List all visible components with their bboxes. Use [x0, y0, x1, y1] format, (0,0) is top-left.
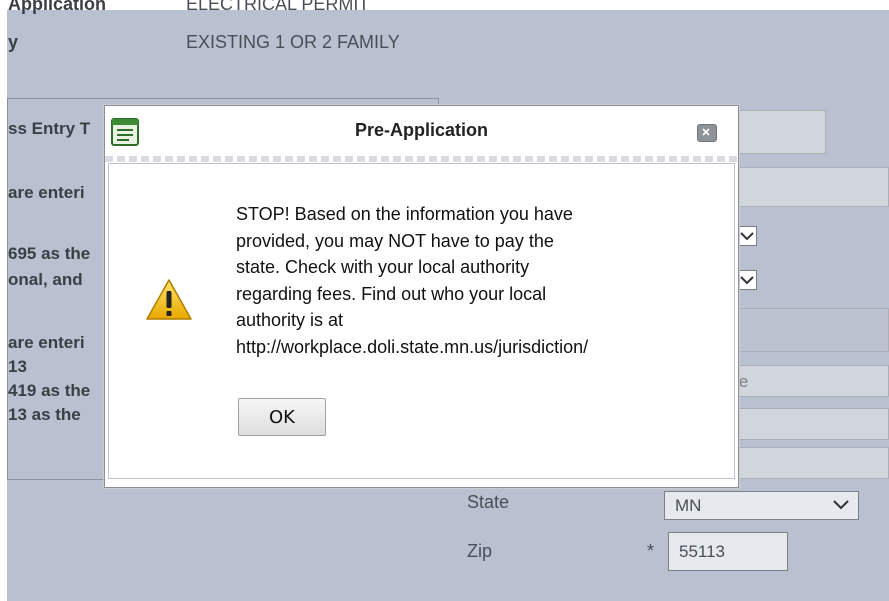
ok-button[interactable]: OK — [238, 398, 326, 436]
row1-value: ELECTRICAL PERMIT — [186, 0, 370, 14]
message-line: provided, you may NOT have to pay the — [236, 230, 554, 251]
message-line: authority is at — [236, 310, 344, 330]
left-line: are enteri — [8, 333, 85, 352]
row2-value: EXISTING 1 OR 2 FAMILY — [186, 32, 400, 52]
close-icon[interactable] — [697, 124, 717, 142]
left-line: are enteri — [8, 183, 85, 202]
left-line: onal, and — [8, 270, 83, 289]
state-select[interactable]: MN — [664, 491, 859, 520]
zip-field[interactable]: 55113 — [668, 532, 788, 571]
message-line: http://workplace.doli.state.mn.us/jurisd… — [236, 336, 589, 357]
row2-label: y — [8, 32, 19, 52]
dialog-title: Pre-Application — [354, 120, 488, 140]
chevron-down-icon[interactable] — [737, 226, 757, 246]
chevron-down-icon[interactable] — [737, 270, 757, 290]
warning-icon — [146, 279, 192, 320]
state-label: State — [467, 492, 510, 512]
titlebar-divider — [105, 156, 738, 162]
required-marker: * — [647, 541, 655, 561]
message-line: STOP! Based on the information you have — [236, 204, 573, 224]
message-line: regarding fees. Find out who your local — [236, 283, 547, 304]
left-line: 419 as the — [8, 381, 91, 400]
left-line: 695 as the — [8, 244, 91, 263]
dialog-titlebar: Pre-Application — [105, 106, 738, 158]
zip-label: Zip — [467, 541, 493, 561]
pre-application-dialog: Pre-Application STOP! Based on the infor… — [104, 105, 739, 488]
dialog-message: STOP! Based on the information you have … — [236, 201, 706, 360]
row1-label: Application — [8, 0, 106, 14]
left-line: 13 as the — [8, 405, 81, 424]
chevron-down-icon — [833, 500, 849, 510]
left-line: ss Entry T — [8, 119, 91, 138]
message-line: state. Check with your local authority — [236, 257, 530, 277]
left-line: 13 — [8, 357, 27, 376]
